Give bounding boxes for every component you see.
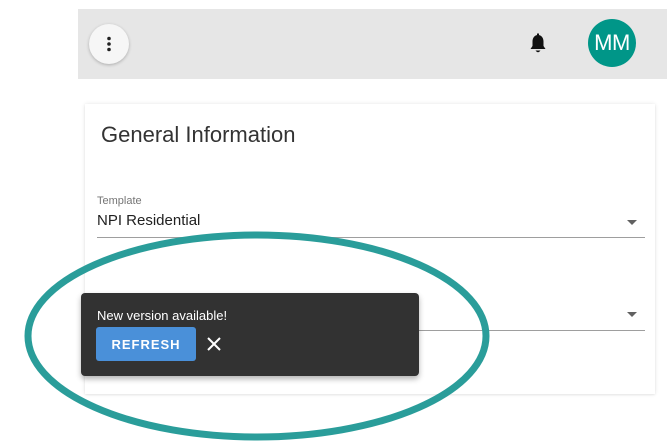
bell-icon[interactable]: [528, 33, 548, 55]
template-field-label: Template: [97, 195, 142, 207]
more-vert-icon: [107, 36, 111, 52]
top-app-bar: MM: [78, 9, 667, 79]
refresh-button[interactable]: REFRESH: [96, 327, 196, 361]
card-title: General Information: [101, 122, 296, 147]
template-select[interactable]: NPI Residential: [97, 212, 200, 229]
update-snackbar: New version available! REFRESH: [81, 293, 419, 376]
snackbar-message: New version available!: [97, 308, 228, 323]
close-icon[interactable]: [205, 335, 223, 353]
app-screen: MM General Information Template NPI Resi…: [0, 0, 667, 447]
template-field-underline: [97, 237, 645, 238]
template-dropdown-arrow-icon[interactable]: [627, 220, 637, 225]
more-menu-button[interactable]: [89, 24, 129, 64]
second-field-dropdown-arrow-icon[interactable]: [627, 312, 637, 317]
second-field-underline: [415, 330, 645, 331]
user-avatar[interactable]: MM: [588, 19, 636, 67]
